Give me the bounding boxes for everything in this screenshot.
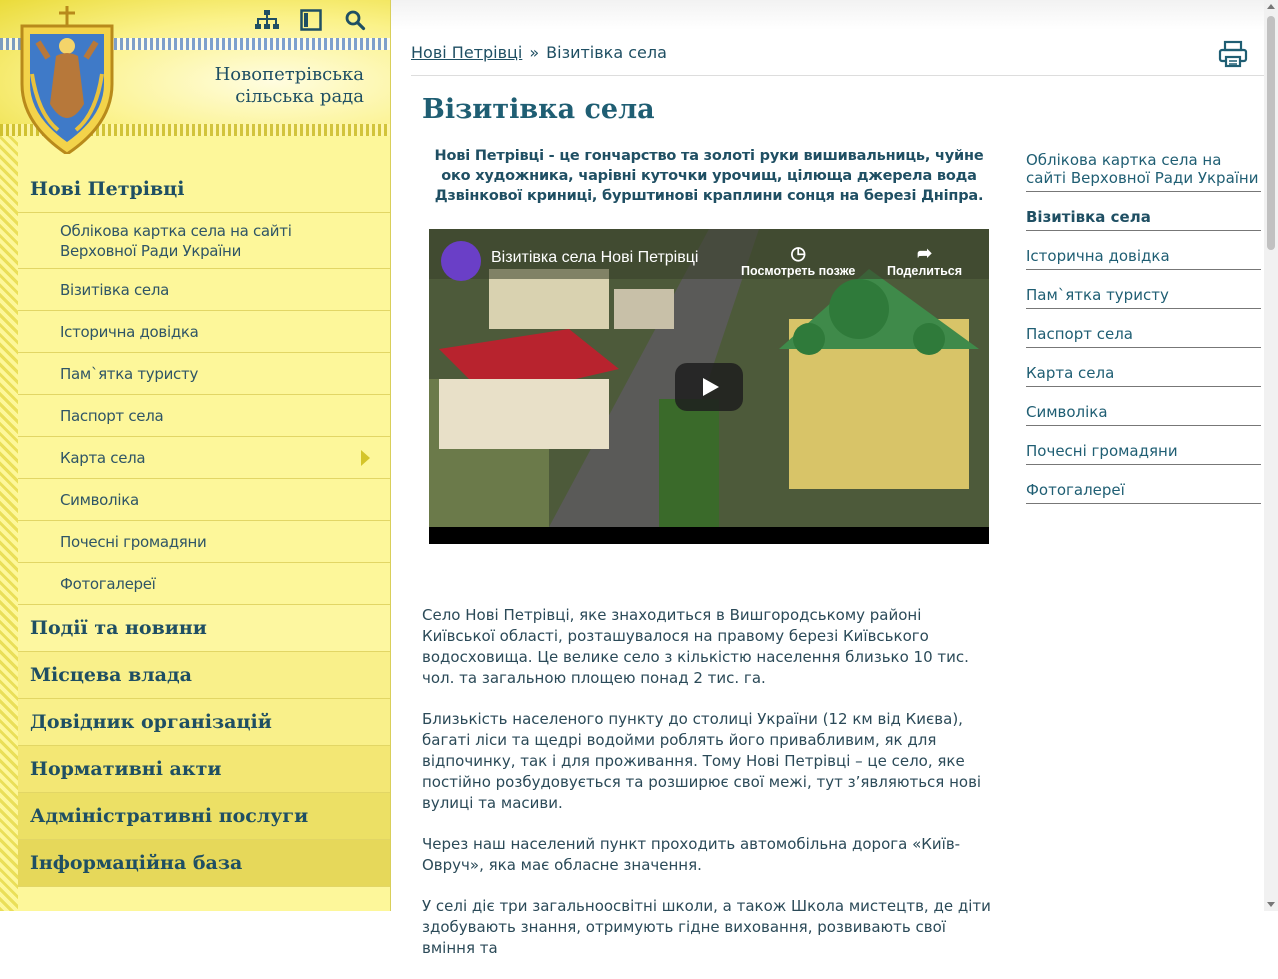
site-brand[interactable]: Новопетрівська сільська рада [215, 64, 364, 108]
lead-text: Нові Петрівці - це гончарство та золоті … [434, 148, 984, 204]
submenu-item[interactable]: Паспорт села [18, 395, 390, 437]
breadcrumb-separator: » [529, 43, 540, 62]
channel-avatar[interactable] [441, 241, 481, 281]
submenu-item-map[interactable]: Карта села [18, 437, 390, 479]
breadcrumb-current: Візитівка села [546, 43, 667, 62]
menu-item-admin-services[interactable]: Адміністративні послуги [18, 793, 390, 840]
menu-item-regulations[interactable]: Нормативні акти [18, 746, 390, 793]
right-nav-item[interactable]: Почесні громадяни [1026, 439, 1261, 465]
menu-item-local-government[interactable]: Місцева влада [18, 652, 390, 699]
paragraph: Через наш населений пункт проходить авто… [422, 835, 961, 874]
menu-item-info-base[interactable]: Інформаційна база [18, 840, 390, 887]
right-nav: Облікова картка села на сайті Верховної … [1026, 148, 1261, 517]
scroll-down-icon[interactable] [1267, 902, 1275, 907]
clock-icon: ◷ [790, 243, 807, 263]
watch-later-button[interactable]: ◷ Посмотреть позже [741, 243, 855, 278]
menu-item-events[interactable]: Події та новини [18, 605, 390, 652]
search-icon[interactable] [342, 8, 368, 32]
sidebar: Новопетрівська сільська рада Нові Петрів… [0, 0, 391, 911]
submenu-item[interactable]: Історична довідка [18, 311, 390, 353]
share-label: Поделиться [887, 264, 963, 278]
brand-line-2: сільська рада [235, 86, 364, 107]
menu-item-organizations[interactable]: Довідник організацій [18, 699, 390, 746]
right-nav-item[interactable]: Карта села [1026, 361, 1261, 387]
share-icon: ➦ [916, 243, 933, 263]
coat-of-arms-icon[interactable] [18, 4, 116, 154]
watch-later-label: Посмотреть позже [741, 264, 856, 278]
sitemap-icon[interactable] [254, 8, 280, 32]
paragraph: Село Нові Петрівці, яке знаходиться в Ви… [422, 606, 969, 687]
right-nav-item[interactable]: Фотогалереї [1026, 478, 1261, 504]
submenu-item[interactable]: Облікова картка села на сайті Верховної … [18, 213, 390, 269]
submenu-item[interactable]: Пам`ятка туристу [18, 353, 390, 395]
video-title[interactable]: Візитівка села Нові Петрівці [491, 249, 698, 267]
submenu-item[interactable]: Фотогалереї [18, 563, 390, 605]
scrollbar[interactable] [1264, 0, 1278, 911]
submenu-item[interactable]: Символіка [18, 479, 390, 521]
ornament-border [0, 136, 18, 911]
right-nav-item-active[interactable]: Візитівка села [1026, 205, 1261, 231]
submenu-item[interactable]: Почесні громадяни [18, 521, 390, 563]
brand-line-1: Новопетрівська [214, 64, 364, 85]
submenu-label: Карта села [60, 448, 146, 467]
right-nav-item[interactable]: Символіка [1026, 400, 1261, 426]
breadcrumb: Нові Петрівці » Візитівка села [411, 30, 1264, 76]
menu-item-novi-petrivtsi[interactable]: Нові Петрівці [18, 166, 390, 213]
expand-arrow-icon[interactable] [361, 449, 370, 466]
layout-icon[interactable] [298, 8, 324, 32]
header-tools [254, 8, 368, 32]
paragraph: У селі діє три загальноосвітні школи, а … [422, 897, 991, 957]
right-nav-item[interactable]: Паспорт села [1026, 322, 1261, 348]
right-nav-item[interactable]: Облікова картка села на сайті Верховної … [1026, 148, 1261, 192]
paragraph: Близькість населеного пункту до столиці … [422, 710, 982, 812]
video-player[interactable]: Візитівка села Нові Петрівці ◷ Посмотрет… [429, 229, 989, 544]
sidebar-menu: Нові Петрівці Облікова картка села на са… [18, 166, 390, 887]
scrollbar-thumb[interactable] [1267, 16, 1275, 250]
top-bar [391, 0, 1264, 30]
right-nav-item[interactable]: Пам`ятка туристу [1026, 283, 1261, 309]
share-button[interactable]: ➦ Поделиться [887, 243, 962, 278]
play-button[interactable] [675, 363, 743, 411]
page-title: Візитівка села [422, 94, 655, 125]
breadcrumb-home-link[interactable]: Нові Петрівці [411, 43, 522, 62]
scroll-up-icon[interactable] [1267, 4, 1275, 9]
right-nav-item[interactable]: Історична довідка [1026, 244, 1261, 270]
printer-icon[interactable] [1218, 40, 1248, 68]
article-body: Село Нові Петрівці, яке знаходиться в Ви… [422, 605, 994, 979]
submenu-item[interactable]: Візитівка села [18, 269, 390, 311]
